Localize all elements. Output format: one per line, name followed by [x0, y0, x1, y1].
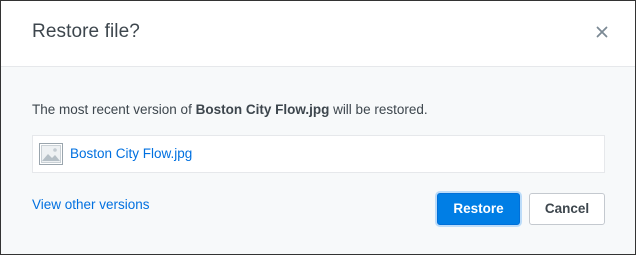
- restore-file-dialog: Restore file? The most recent version of…: [0, 0, 636, 255]
- close-icon: [596, 26, 608, 38]
- view-other-versions-link[interactable]: View other versions: [32, 197, 150, 212]
- restore-button[interactable]: Restore: [437, 193, 520, 225]
- file-name-link[interactable]: Boston City Flow.jpg: [70, 146, 192, 161]
- message-prefix: The most recent version of: [32, 102, 196, 117]
- dialog-title: Restore file?: [32, 21, 140, 42]
- dialog-header: Restore file?: [1, 1, 635, 67]
- message-filename: Boston City Flow.jpg: [195, 102, 330, 117]
- file-row: Boston City Flow.jpg: [32, 135, 605, 173]
- restore-message: The most recent version of Boston City F…: [32, 102, 428, 117]
- image-file-icon: [39, 143, 63, 165]
- message-suffix: will be restored.: [329, 102, 428, 117]
- close-button[interactable]: [591, 21, 613, 43]
- cancel-button[interactable]: Cancel: [529, 193, 605, 225]
